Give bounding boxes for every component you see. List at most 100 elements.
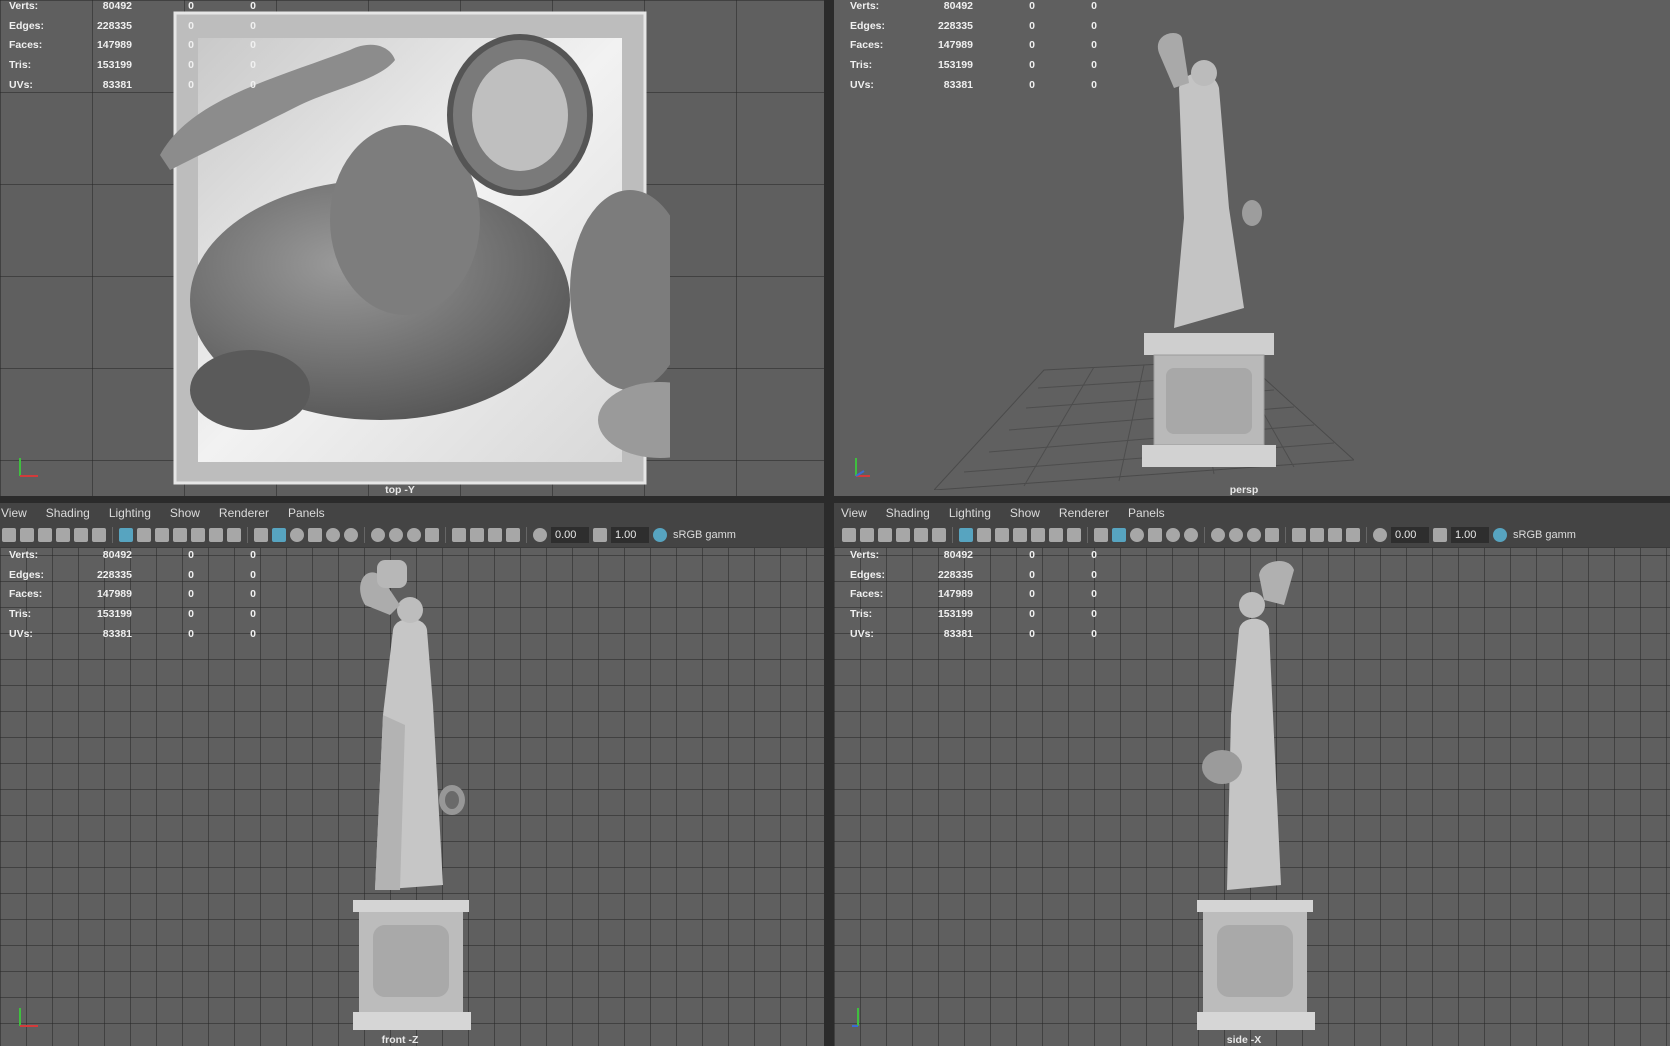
panel-divider-vertical[interactable] — [824, 0, 834, 1046]
hud-value: 0 — [188, 627, 194, 640]
bookmark-icon[interactable] — [38, 528, 52, 542]
camera-attributes-icon[interactable] — [20, 528, 34, 542]
xray-active-icon[interactable] — [1328, 528, 1342, 542]
field-chart-icon[interactable] — [191, 528, 205, 542]
xray-icon[interactable] — [1310, 528, 1324, 542]
statue-front-view[interactable] — [345, 555, 480, 1045]
gamma-icon[interactable] — [1433, 528, 1447, 542]
depth-of-field-icon[interactable] — [425, 528, 439, 542]
camera-icon[interactable] — [2, 528, 16, 542]
safe-title-icon[interactable] — [227, 528, 241, 542]
motion-blur-icon[interactable] — [1229, 528, 1243, 542]
motion-blur-icon[interactable] — [389, 528, 403, 542]
isolate-icon[interactable] — [452, 528, 466, 542]
exposure-icon[interactable] — [533, 528, 547, 542]
panel-divider-horizontal[interactable] — [0, 496, 1670, 503]
image-plane-icon[interactable] — [896, 528, 910, 542]
safe-action-icon[interactable] — [209, 528, 223, 542]
hud-value: 0 — [188, 19, 194, 32]
hud-value: 0 — [250, 78, 256, 91]
shadow-icon[interactable] — [344, 528, 358, 542]
color-space-label[interactable]: sRGB gamm — [673, 529, 736, 541]
menu-show[interactable]: Show — [169, 506, 210, 520]
image-plane-icon[interactable] — [56, 528, 70, 542]
anti-aliasing-icon[interactable] — [407, 528, 421, 542]
anti-aliasing-icon[interactable] — [1247, 528, 1261, 542]
gamma-field[interactable]: 1.00 — [1451, 527, 1489, 543]
hud-label: Verts: — [9, 0, 39, 12]
hud-label: Edges: — [850, 19, 886, 32]
menu-panels[interactable]: Panels — [287, 506, 335, 520]
axis-gizmo-icon — [19, 458, 38, 477]
menu-panels[interactable]: Panels — [1127, 506, 1175, 520]
film-gate-icon[interactable] — [977, 528, 991, 542]
menu-renderer[interactable]: Renderer — [1058, 506, 1119, 520]
light-icon[interactable] — [326, 528, 340, 542]
exposure-icon[interactable] — [1373, 528, 1387, 542]
menu-show[interactable]: Show — [1009, 506, 1050, 520]
shadow-icon[interactable] — [1184, 528, 1198, 542]
screen-space-ao-icon[interactable] — [371, 528, 385, 542]
menu-view[interactable]: View — [840, 506, 877, 520]
gamma-field[interactable]: 1.00 — [611, 527, 649, 543]
exposure-field[interactable]: 0.00 — [551, 527, 589, 543]
hud-value: 147989 — [937, 588, 973, 601]
light-icon[interactable] — [1166, 528, 1180, 542]
hud-value: 153199 — [96, 607, 132, 620]
xray-joints-icon[interactable] — [506, 528, 520, 542]
textured-icon[interactable] — [1148, 528, 1162, 542]
gate-mask-icon[interactable] — [1013, 528, 1027, 542]
grease-pencil-icon[interactable] — [92, 528, 106, 542]
grid-icon[interactable] — [959, 528, 973, 542]
color-space-label[interactable]: sRGB gamm — [1513, 529, 1576, 541]
textured-icon[interactable] — [308, 528, 322, 542]
2d-pan-zoom-icon[interactable] — [74, 528, 88, 542]
bookmark-icon[interactable] — [878, 528, 892, 542]
xray-icon[interactable] — [470, 528, 484, 542]
xray-joints-icon[interactable] — [1346, 528, 1360, 542]
viewport-front[interactable]: View Shading Lighting Show Renderer Pane… — [0, 503, 824, 1046]
menu-view[interactable]: View — [0, 506, 37, 520]
film-gate-icon[interactable] — [137, 528, 151, 542]
isolate-icon[interactable] — [1292, 528, 1306, 542]
color-management-icon[interactable] — [653, 528, 667, 542]
hud-value: 0 — [1091, 588, 1097, 601]
gate-mask-icon[interactable] — [173, 528, 187, 542]
screen-space-ao-icon[interactable] — [1211, 528, 1225, 542]
safe-title-icon[interactable] — [1067, 528, 1081, 542]
xray-active-icon[interactable] — [488, 528, 502, 542]
menu-shading[interactable]: Shading — [45, 506, 100, 520]
2d-pan-zoom-icon[interactable] — [914, 528, 928, 542]
statue-persp-view[interactable] — [1134, 28, 1284, 483]
wireframe-icon[interactable] — [1094, 528, 1108, 542]
safe-action-icon[interactable] — [1049, 528, 1063, 542]
wireframe-icon[interactable] — [254, 528, 268, 542]
shaded-icon[interactable] — [272, 528, 286, 542]
menu-lighting[interactable]: Lighting — [108, 506, 161, 520]
menu-lighting[interactable]: Lighting — [948, 506, 1001, 520]
viewport-top[interactable]: Verts: 80492 0 0 Edges: 228335 0 0 Faces: 14798… — [0, 0, 824, 496]
color-management-icon[interactable] — [1493, 528, 1507, 542]
menu-shading[interactable]: Shading — [885, 506, 940, 520]
statue-side-view[interactable] — [1189, 555, 1324, 1045]
camera-icon[interactable] — [842, 528, 856, 542]
grease-pencil-icon[interactable] — [932, 528, 946, 542]
wireframe-on-shaded-icon[interactable] — [1130, 528, 1144, 542]
hud-label: Edges: — [9, 568, 45, 581]
shaded-icon[interactable] — [1112, 528, 1126, 542]
resolution-gate-icon[interactable] — [995, 528, 1009, 542]
poly-count-hud: Verts: 80492 0 0 Edges: 228335 0 0 Faces: 14798… — [9, 0, 256, 94]
viewport-persp[interactable]: Verts: 80492 0 0 Edges: 228335 0 0 Faces: 14798… — [834, 0, 1670, 496]
field-chart-icon[interactable] — [1031, 528, 1045, 542]
camera-attributes-icon[interactable] — [860, 528, 874, 542]
gamma-icon[interactable] — [593, 528, 607, 542]
wireframe-on-shaded-icon[interactable] — [290, 528, 304, 542]
resolution-gate-icon[interactable] — [155, 528, 169, 542]
grid-icon[interactable] — [119, 528, 133, 542]
exposure-field[interactable]: 0.00 — [1391, 527, 1429, 543]
hud-value: 0 — [1029, 588, 1035, 601]
depth-of-field-icon[interactable] — [1265, 528, 1279, 542]
menu-renderer[interactable]: Renderer — [218, 506, 279, 520]
hud-value: 0 — [188, 0, 194, 12]
viewport-side[interactable]: View Shading Lighting Show Renderer Pane… — [834, 503, 1670, 1046]
